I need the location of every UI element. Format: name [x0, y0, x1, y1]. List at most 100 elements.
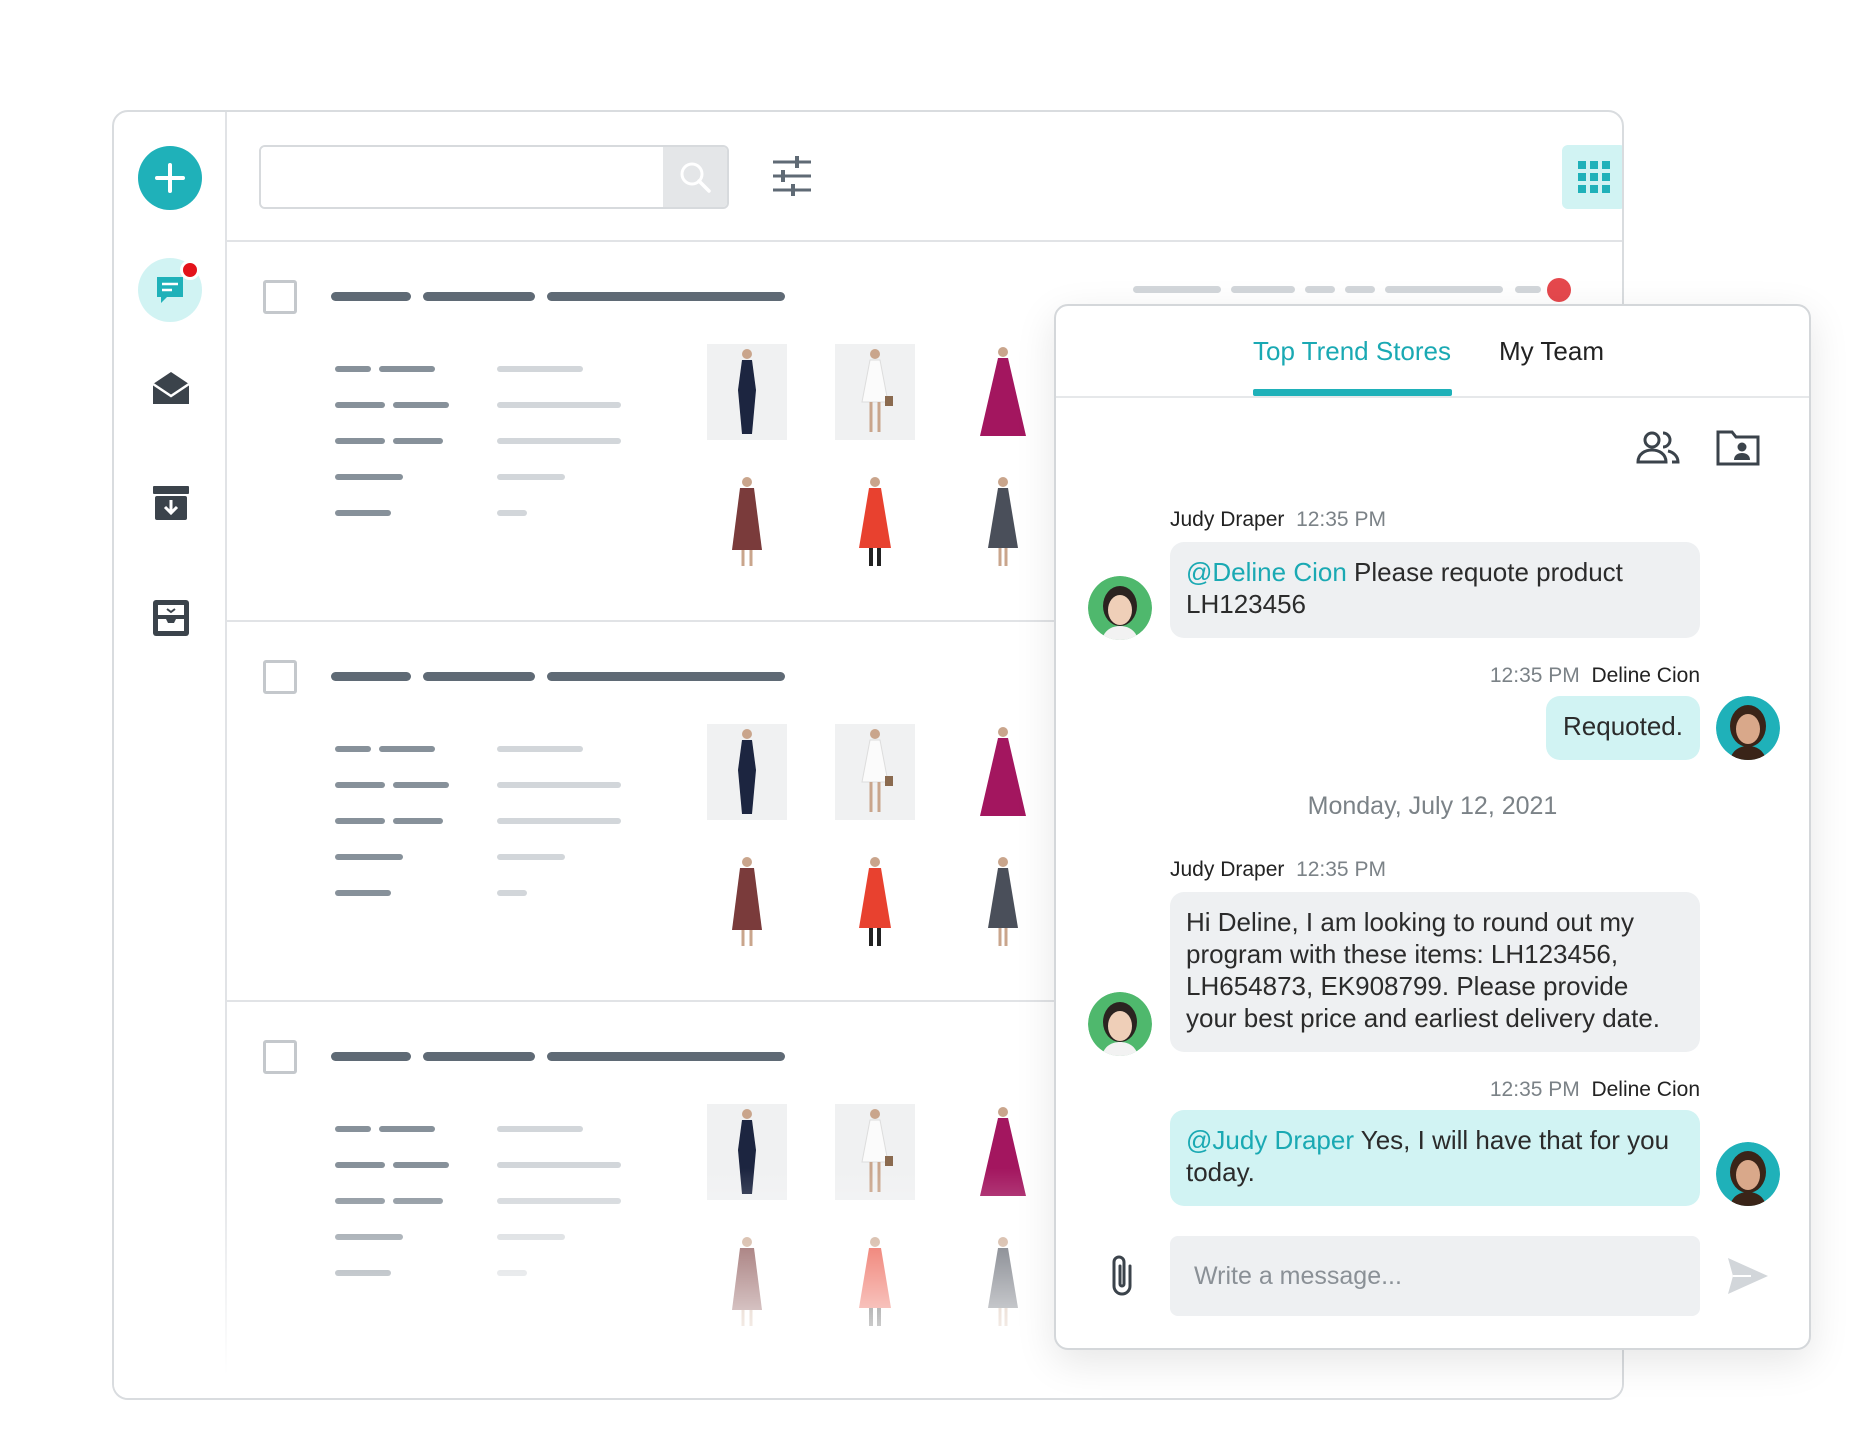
title-placeholder [423, 1052, 535, 1061]
add-button[interactable] [138, 146, 202, 210]
message-meta: Judy Draper 12:35 PM [1170, 858, 1386, 882]
search-icon [680, 162, 711, 193]
archive-icon[interactable] [150, 482, 192, 524]
dress-thumbnail[interactable] [707, 854, 787, 950]
detail-placeholder [335, 1270, 391, 1276]
dress-thumbnail[interactable] [835, 344, 915, 440]
messages-button[interactable] [138, 258, 202, 322]
detail-placeholder [379, 746, 435, 752]
detail-placeholder [393, 818, 443, 824]
mail-open-icon[interactable] [150, 367, 192, 409]
title-placeholder [423, 292, 535, 301]
avatar[interactable] [1088, 576, 1152, 640]
status-dot [1547, 278, 1571, 302]
mention-link[interactable]: @Deline Cion [1186, 557, 1347, 587]
detail-placeholder [335, 854, 403, 860]
grid-icon [1578, 161, 1610, 193]
sender-name: Judy Draper [1170, 858, 1285, 881]
dress-thumbnail[interactable] [835, 1234, 915, 1330]
sender-name: Deline Cion [1591, 664, 1700, 687]
title-placeholder [331, 292, 411, 301]
detail-placeholder [497, 818, 621, 824]
dress-thumbnail[interactable] [707, 474, 787, 570]
row-checkbox[interactable] [263, 280, 297, 314]
title-placeholder [547, 1052, 785, 1061]
title-placeholder [423, 672, 535, 681]
meta-placeholder [1305, 286, 1335, 293]
dress-thumbnail[interactable] [707, 344, 787, 440]
dress-thumbnail[interactable] [963, 1234, 1043, 1330]
meta-placeholder [1385, 286, 1503, 293]
message-time: 12:35 PM [1489, 664, 1580, 687]
detail-placeholder [335, 1162, 385, 1168]
sender-name: Judy Draper [1170, 508, 1285, 531]
detail-placeholder [497, 1198, 621, 1204]
detail-placeholder [497, 1270, 527, 1276]
search-button[interactable] [663, 147, 727, 207]
detail-placeholder [393, 782, 449, 788]
tab-top-trend-stores[interactable]: Top Trend Stores [1253, 336, 1451, 367]
message-bubble: @Judy Draper Yes, I will have that for y… [1170, 1110, 1700, 1206]
detail-placeholder [335, 402, 385, 408]
dress-thumbnail[interactable] [707, 724, 787, 820]
detail-placeholder [497, 854, 565, 860]
detail-placeholder [497, 474, 565, 480]
detail-placeholder [335, 782, 385, 788]
message-bubble: @Deline Cion Please requote product LH12… [1170, 542, 1700, 638]
grid-view-button[interactable] [1562, 145, 1622, 209]
dress-thumbnail[interactable] [963, 344, 1043, 440]
folder-contact-icon[interactable] [1714, 424, 1762, 472]
tab-my-team[interactable]: My Team [1499, 336, 1604, 367]
message-time: 12:35 PM [1296, 858, 1386, 881]
dress-thumbnail[interactable] [963, 474, 1043, 570]
sender-name: Deline Cion [1591, 1078, 1700, 1101]
mention-link[interactable]: @Judy Draper [1186, 1125, 1354, 1155]
row-checkbox[interactable] [263, 660, 297, 694]
filter-icon[interactable] [767, 152, 817, 202]
meta-placeholder [1515, 286, 1541, 293]
detail-placeholder [393, 438, 443, 444]
detail-placeholder [335, 1198, 385, 1204]
send-icon[interactable] [1724, 1252, 1772, 1300]
dress-thumbnail[interactable] [963, 1104, 1043, 1200]
team-icon[interactable] [1634, 424, 1682, 472]
detail-placeholder [497, 366, 583, 372]
detail-placeholder [497, 402, 621, 408]
search-input[interactable] [261, 147, 665, 207]
dress-thumbnail[interactable] [835, 1104, 915, 1200]
message-time: 12:35 PM [1296, 508, 1386, 531]
detail-placeholder [497, 1234, 565, 1240]
detail-placeholder [335, 1234, 403, 1240]
dress-thumbnail[interactable] [707, 1234, 787, 1330]
title-placeholder [547, 672, 785, 681]
sidebar [114, 112, 227, 1398]
detail-placeholder [379, 366, 435, 372]
row-checkbox[interactable] [263, 1040, 297, 1074]
detail-placeholder [393, 1162, 449, 1168]
dress-thumbnail[interactable] [835, 854, 915, 950]
search-box [259, 145, 729, 209]
detail-placeholder [335, 474, 403, 480]
avatar[interactable] [1716, 696, 1780, 760]
title-placeholder [547, 292, 785, 301]
active-tab-indicator [1253, 389, 1452, 396]
dress-thumbnail[interactable] [835, 724, 915, 820]
dress-thumbnail[interactable] [707, 1104, 787, 1200]
inbox-icon[interactable] [150, 597, 192, 639]
detail-placeholder [335, 438, 385, 444]
dress-thumbnail[interactable] [835, 474, 915, 570]
message-meta: Judy Draper 12:35 PM [1170, 508, 1386, 532]
chat-tabs: Top Trend Stores My Team [1056, 306, 1809, 398]
detail-placeholder [335, 1126, 371, 1132]
message-bubble: Requoted. [1546, 696, 1700, 760]
detail-placeholder [335, 510, 391, 516]
dress-thumbnail[interactable] [963, 854, 1043, 950]
avatar[interactable] [1716, 1142, 1780, 1206]
detail-placeholder [335, 890, 391, 896]
message-input[interactable] [1170, 1236, 1700, 1316]
dress-thumbnail[interactable] [963, 724, 1043, 820]
avatar[interactable] [1088, 992, 1152, 1056]
message-time: 12:35 PM [1489, 1078, 1580, 1101]
paperclip-icon[interactable] [1102, 1252, 1146, 1300]
detail-placeholder [497, 782, 621, 788]
